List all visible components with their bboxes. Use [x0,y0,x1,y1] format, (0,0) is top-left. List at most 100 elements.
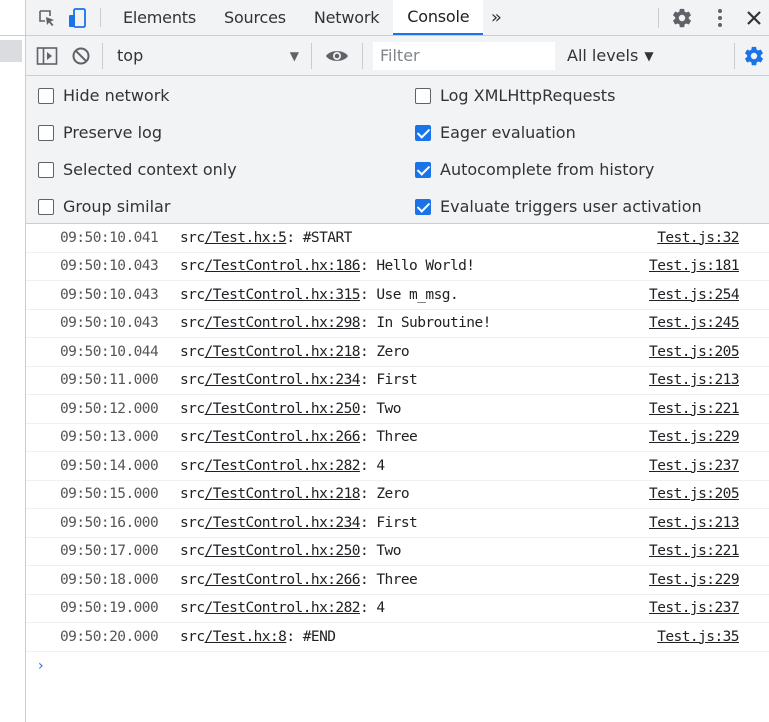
message-body: : Zero [359,486,410,503]
message-prefix: src [180,600,205,617]
checkbox[interactable] [38,198,54,215]
message-text: src/TestControl.hx:218: Zero [180,486,410,503]
message-file-link[interactable]: /TestControl.hx:282 [205,458,361,474]
checkbox-checked[interactable] [415,161,431,178]
message-timestamp: 09:50:19.000 [60,600,159,617]
inspect-element-icon[interactable] [32,0,62,35]
setting-label: Autocomplete from history [440,160,655,179]
console-prompt[interactable]: › [26,652,769,680]
message-timestamp: 09:50:14.000 [60,457,159,474]
checkbox[interactable] [38,161,54,178]
message-source-link[interactable]: Test.js:205 [649,486,740,502]
console-message-row: 09:50:19.000 src/TestControl.hx:282: 4 Tes… [26,595,769,623]
message-text: src/TestControl.hx:266: Three [180,429,418,446]
message-timestamp: 09:50:17.000 [60,543,159,560]
setting-selected-context-only[interactable]: Selected context only [38,160,237,179]
message-source-link[interactable]: Test.js:254 [649,287,740,303]
chevron-down-icon: ▼ [289,48,299,63]
message-text: src/Test.hx:5: #START [180,230,352,246]
message-timestamp: 09:50:10.043 [60,286,159,303]
setting-label: Group similar [63,197,171,216]
setting-preserve-log[interactable]: Preserve log [38,123,162,142]
message-file-link[interactable]: /TestControl.hx:218 [205,344,361,360]
gutter-top [0,0,25,36]
message-file-link[interactable]: /TestControl.hx:218 [205,486,361,502]
checkbox[interactable] [415,87,431,104]
message-file-link[interactable]: /Test.hx:5 [205,230,287,246]
message-body: : Hello World! [359,258,475,275]
filter-input[interactable]: Filter [373,41,555,70]
message-text: src/TestControl.hx:218: Zero [180,343,410,360]
message-source-link[interactable]: Test.js:237 [649,458,740,474]
message-prefix: src [180,429,205,446]
message-body: : Zero [359,343,410,360]
setting-evaluate-triggers-user-activation[interactable]: Evaluate triggers user activation [415,197,702,216]
message-file-link[interactable]: /TestControl.hx:234 [205,372,361,388]
console-settings-gear-icon[interactable] [739,36,769,76]
checkbox-checked[interactable] [415,124,431,141]
message-file-link[interactable]: /TestControl.hx:250 [205,401,361,417]
message-prefix: src [180,543,205,560]
chevron-down-icon: ▼ [644,48,654,63]
message-file-link[interactable]: /Test.hx:8 [205,629,287,645]
context-selector[interactable]: top ▼ [107,36,307,76]
tab-network[interactable]: Network [300,0,393,35]
message-source-link[interactable]: Test.js:205 [649,344,740,360]
setting-autocomplete-from-history[interactable]: Autocomplete from history [415,160,654,179]
devtools-panel: Elements Sources Network Console » top ▼… [26,0,769,722]
message-body: : Two [359,400,401,417]
message-body: : In Subroutine! [359,315,491,332]
message-file-link[interactable]: /TestControl.hx:298 [205,315,361,331]
message-timestamp: 09:50:10.043 [60,258,159,275]
message-source-link[interactable]: Test.js:221 [649,543,740,559]
message-source-link[interactable]: Test.js:213 [649,515,740,531]
checkbox-checked[interactable] [415,198,431,215]
message-source-link[interactable]: Test.js:35 [657,629,739,645]
settings-gear-icon[interactable] [663,0,701,36]
setting-group-similar[interactable]: Group similar [38,197,170,216]
kebab-menu-icon[interactable] [701,0,739,36]
message-source-link[interactable]: Test.js:221 [649,401,740,417]
message-file-link[interactable]: /TestControl.hx:282 [205,600,361,616]
console-message-row: 09:50:13.000 src/TestControl.hx:266: Thre… [26,424,769,452]
tabbar-divider [100,8,101,27]
tabbar-right-controls [654,0,769,36]
log-levels-dropdown[interactable]: All levels ▼ [567,46,654,65]
message-source-link[interactable]: Test.js:213 [649,372,740,388]
message-source-link[interactable]: Test.js:181 [649,258,740,274]
checkbox[interactable] [38,87,54,104]
message-text: src/TestControl.hx:282: 4 [180,600,385,616]
setting-label: Preserve log [63,123,162,142]
tab-elements[interactable]: Elements [109,0,210,35]
console-messages: 09:50:10.041 src/Test.hx:5: #START Test.js… [26,224,769,652]
console-toolbar: top ▼ Filter All levels ▼ [26,36,769,76]
message-body: : Two [359,543,401,560]
message-source-link[interactable]: Test.js:32 [657,230,739,246]
message-file-link[interactable]: /TestControl.hx:315 [205,287,361,303]
more-tabs-icon[interactable]: » [483,0,509,35]
tab-console[interactable]: Console [393,0,484,35]
tab-sources[interactable]: Sources [210,0,300,35]
message-file-link[interactable]: /TestControl.hx:250 [205,543,361,559]
setting-log-xmlhttprequests[interactable]: Log XMLHttpRequests [415,86,615,105]
setting-eager-evaluation[interactable]: Eager evaluation [415,123,576,142]
live-expression-eye-icon[interactable] [316,36,358,76]
checkbox[interactable] [38,124,54,141]
message-file-link[interactable]: /TestControl.hx:186 [205,258,361,274]
message-file-link[interactable]: /TestControl.hx:266 [205,572,361,588]
message-file-link[interactable]: /TestControl.hx:266 [205,429,361,445]
message-timestamp: 09:50:10.043 [60,315,159,332]
device-toolbar-icon[interactable] [62,0,92,35]
setting-hide-network[interactable]: Hide network [38,86,170,105]
message-source-link[interactable]: Test.js:229 [649,429,740,445]
message-source-link[interactable]: Test.js:245 [649,315,740,331]
show-sidebar-icon[interactable] [30,36,64,76]
message-source-link[interactable]: Test.js:229 [649,572,740,588]
message-file-link[interactable]: /TestControl.hx:234 [205,515,361,531]
clear-console-icon[interactable] [64,36,98,76]
message-source-link[interactable]: Test.js:237 [649,600,740,616]
message-prefix: src [180,286,205,303]
message-text: src/TestControl.hx:266: Three [180,572,418,588]
console-message-row: 09:50:10.043 src/TestControl.hx:298: In S… [26,310,769,338]
close-icon[interactable] [739,0,769,36]
